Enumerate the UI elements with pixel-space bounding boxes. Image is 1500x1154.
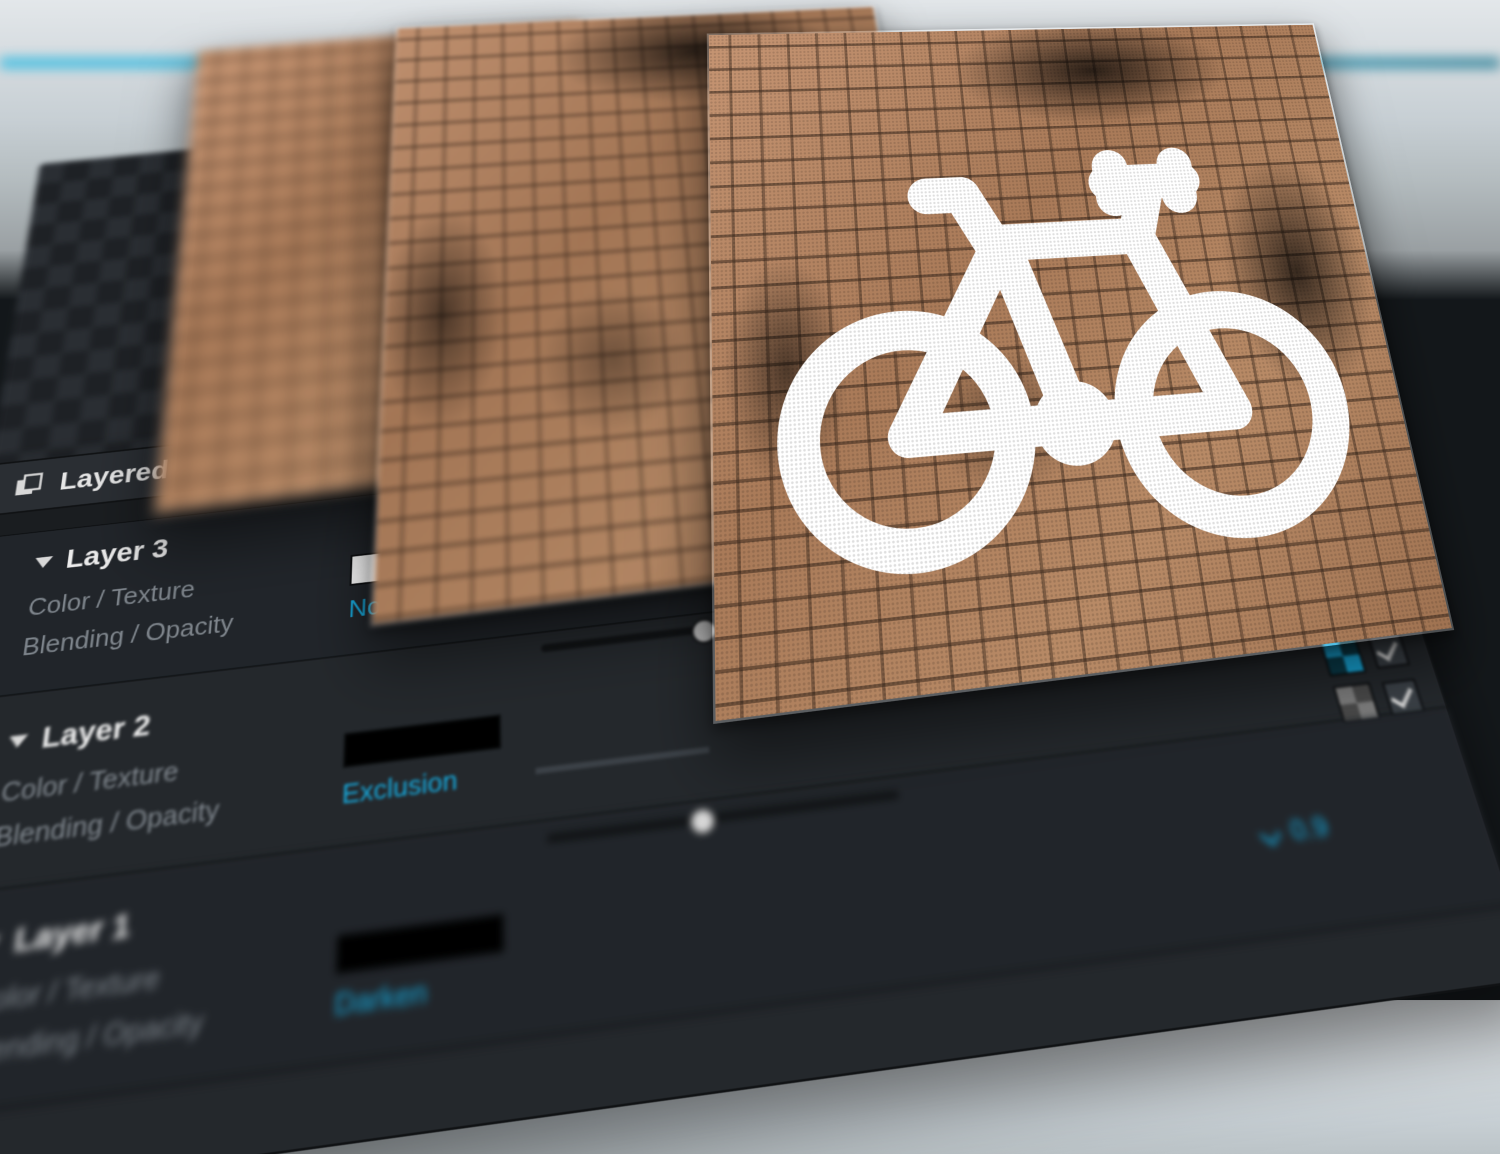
blending-label: Blending / Opacity bbox=[0, 782, 313, 855]
preview-tile-front bbox=[707, 23, 1454, 724]
halftone-overlay bbox=[709, 25, 1452, 721]
expand-icon bbox=[8, 734, 28, 748]
blending-row: Blending / Opacity Exclusion bbox=[0, 649, 1406, 855]
color-swatch[interactable] bbox=[335, 913, 504, 974]
color-texture-label: Color / Texture bbox=[0, 738, 315, 808]
color-swatch[interactable] bbox=[343, 714, 501, 768]
layers-icon bbox=[12, 471, 44, 500]
blend-mode[interactable]: Exclusion bbox=[341, 764, 457, 811]
divider bbox=[536, 746, 710, 774]
value-number: 0.9 bbox=[1286, 809, 1332, 847]
texture-value[interactable]: 0.9 bbox=[1258, 809, 1332, 851]
slider-knob[interactable] bbox=[688, 806, 717, 837]
blend-mode[interactable]: Darken bbox=[334, 974, 428, 1023]
alpha-toggle[interactable] bbox=[1333, 682, 1381, 724]
blending-row: Blending / Opacity Darken bbox=[0, 839, 1468, 1073]
layer-name: Layer 1 bbox=[12, 907, 132, 961]
lock-checkbox[interactable] bbox=[1382, 678, 1426, 716]
expand-icon bbox=[34, 556, 53, 569]
color-texture-row: Color / Texture 0.9 bbox=[0, 792, 1454, 1023]
chevron-down-icon bbox=[1261, 825, 1283, 840]
stage: ‹ Layered Layer 3 Color / Textu bbox=[0, 0, 1500, 1000]
layer-name: Layer 3 bbox=[64, 533, 170, 575]
layer-name: Layer 2 bbox=[40, 709, 153, 756]
layer-block-1: Layer 1 Color / Texture 0.9 Blending / O… bbox=[0, 708, 1500, 1125]
layer-header[interactable]: Layer 1 bbox=[0, 742, 1438, 965]
opacity-slider[interactable] bbox=[547, 790, 900, 843]
